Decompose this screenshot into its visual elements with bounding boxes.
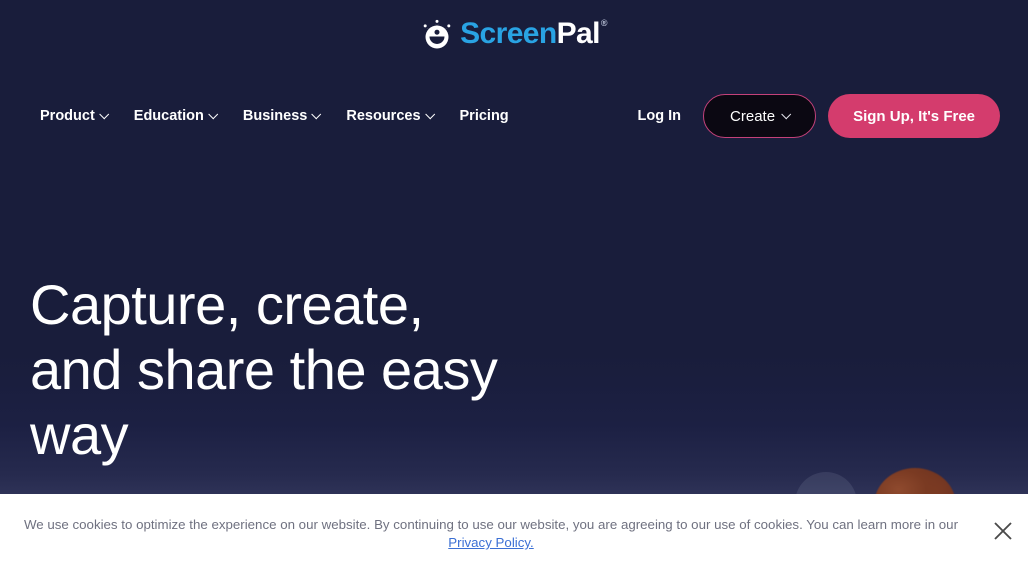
privacy-policy-link[interactable]: Privacy Policy. (448, 535, 533, 550)
logo-wordmark: Screen Pal ® (460, 18, 607, 50)
headline-line-3: way (30, 403, 129, 466)
headline-line-1: Capture, create, (30, 273, 424, 336)
nav-item-label: Product (40, 108, 95, 124)
nav-item-business[interactable]: Business (242, 108, 322, 124)
chevron-down-icon (208, 108, 219, 119)
create-button-label: Create (730, 107, 776, 125)
main-navigation: Product Education Business Resources Pri… (0, 93, 1028, 139)
cookie-text-container: We use cookies to optimize the experienc… (0, 494, 978, 552)
create-button[interactable]: Create (703, 94, 817, 138)
logo-word-pal: Pal (556, 17, 601, 50)
nav-actions: Log In Create Sign Up, It's Free (638, 94, 1000, 138)
cookie-close-button[interactable] (978, 494, 1028, 542)
nav-item-product[interactable]: Product (40, 108, 109, 124)
decorative-glow-circle (795, 472, 857, 494)
nav-item-pricing[interactable]: Pricing (460, 108, 509, 124)
cookie-message: We use cookies to optimize the experienc… (23, 517, 959, 532)
nav-item-label: Resources (346, 108, 421, 124)
chevron-down-icon (781, 108, 792, 119)
hero-headline: Capture, create, and share the easy way (30, 272, 650, 467)
hero-person-photo (874, 468, 956, 494)
cookie-consent-banner: We use cookies to optimize the experienc… (0, 494, 1028, 578)
registered-trademark-mark: ® (600, 18, 608, 28)
chevron-down-icon (424, 108, 435, 119)
close-icon (994, 522, 1012, 540)
nav-item-resources[interactable]: Resources (346, 108, 435, 124)
nav-item-label: Business (242, 108, 308, 124)
signup-button-label: Sign Up, It's Free (853, 107, 975, 125)
headline-line-2: and share the easy (30, 338, 498, 401)
signup-button[interactable]: Sign Up, It's Free (828, 94, 1000, 138)
nav-primary-links: Product Education Business Resources Pri… (40, 108, 509, 124)
nav-item-label: Education (133, 108, 204, 124)
nav-item-label: Pricing (459, 108, 509, 124)
chevron-down-icon (99, 108, 109, 119)
page-root: Screen Pal ® Product Education Business Re… (0, 0, 1028, 578)
login-link[interactable]: Log In (638, 108, 682, 124)
logo-word-screen: Screen (460, 17, 557, 50)
site-logo[interactable]: Screen Pal ® (0, 18, 1028, 50)
chevron-down-icon (311, 108, 322, 119)
nav-item-education[interactable]: Education (133, 108, 219, 124)
screenpal-smiley-icon (423, 19, 451, 49)
